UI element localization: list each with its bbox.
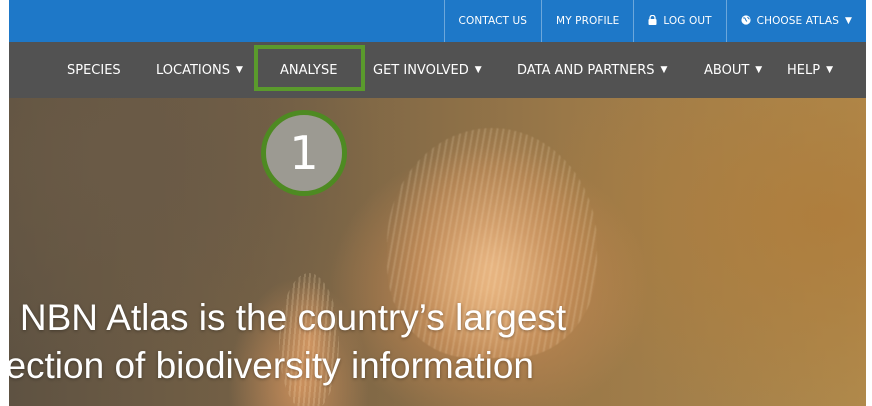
step-number: 1 [289, 126, 319, 180]
nav-item-label: GET INVOLVED [373, 62, 469, 78]
caret-down-icon: ▼ [660, 64, 668, 75]
nav-item-label: ANALYSE [280, 62, 338, 78]
hero-headline-line2: llection of biodiversity information [9, 345, 534, 386]
nav-item-species[interactable]: SPECIES [67, 42, 121, 98]
contact-us-link[interactable]: CONTACT US [443, 0, 541, 42]
nav-item-help[interactable]: HELP ▼ [787, 42, 833, 98]
nav-item-label: HELP [787, 62, 821, 78]
nav-item-label: SPECIES [67, 62, 121, 78]
choose-atlas-label: CHOOSE ATLAS [756, 15, 839, 27]
nav-item-label: LOCATIONS [156, 62, 230, 78]
caret-down-icon: ▼ [755, 64, 763, 75]
caret-down-icon: ▼ [826, 64, 833, 75]
log-out-label: LOG OUT [663, 15, 712, 27]
nav-item-label: ABOUT [704, 62, 750, 78]
step-number-badge: 1 [261, 110, 347, 196]
log-out-link[interactable]: LOG OUT [633, 0, 725, 42]
caret-down-icon: ▼ [474, 64, 482, 75]
caret-down-icon: ▼ [844, 15, 852, 26]
hero-headline-line1: e NBN Atlas is the country’s largest [9, 297, 567, 338]
caret-down-icon: ▼ [235, 64, 243, 75]
choose-atlas-dropdown[interactable]: CHOOSE ATLAS ▼ [725, 0, 866, 42]
utility-links: CONTACT US MY PROFILE LOG OUT CHOOSE ATL… [443, 0, 866, 42]
nav-item-get-involved[interactable]: GET INVOLVED ▼ [373, 42, 482, 98]
contact-us-label: CONTACT US [458, 15, 528, 27]
hero-headline: e NBN Atlas is the country’s largest lle… [9, 294, 866, 390]
utility-bar: CONTACT US MY PROFILE LOG OUT CHOOSE ATL… [9, 0, 866, 42]
nav-item-locations[interactable]: LOCATIONS ▼ [156, 42, 243, 98]
nav-item-about[interactable]: ABOUT ▼ [704, 42, 762, 98]
nav-item-analyse[interactable]: ANALYSE [280, 42, 337, 98]
lock-icon [648, 14, 657, 28]
nav-item-data-and-partners[interactable]: DATA AND PARTNERS ▼ [517, 42, 667, 98]
globe-icon [741, 14, 751, 28]
nav-item-label: DATA AND PARTNERS [517, 62, 655, 78]
page-frame: CONTACT US MY PROFILE LOG OUT CHOOSE ATL… [9, 0, 866, 406]
main-nav: SPECIES LOCATIONS ▼ ANALYSE GET INVOLVED… [9, 42, 866, 98]
my-profile-link[interactable]: MY PROFILE [541, 0, 633, 42]
my-profile-label: MY PROFILE [556, 15, 620, 27]
